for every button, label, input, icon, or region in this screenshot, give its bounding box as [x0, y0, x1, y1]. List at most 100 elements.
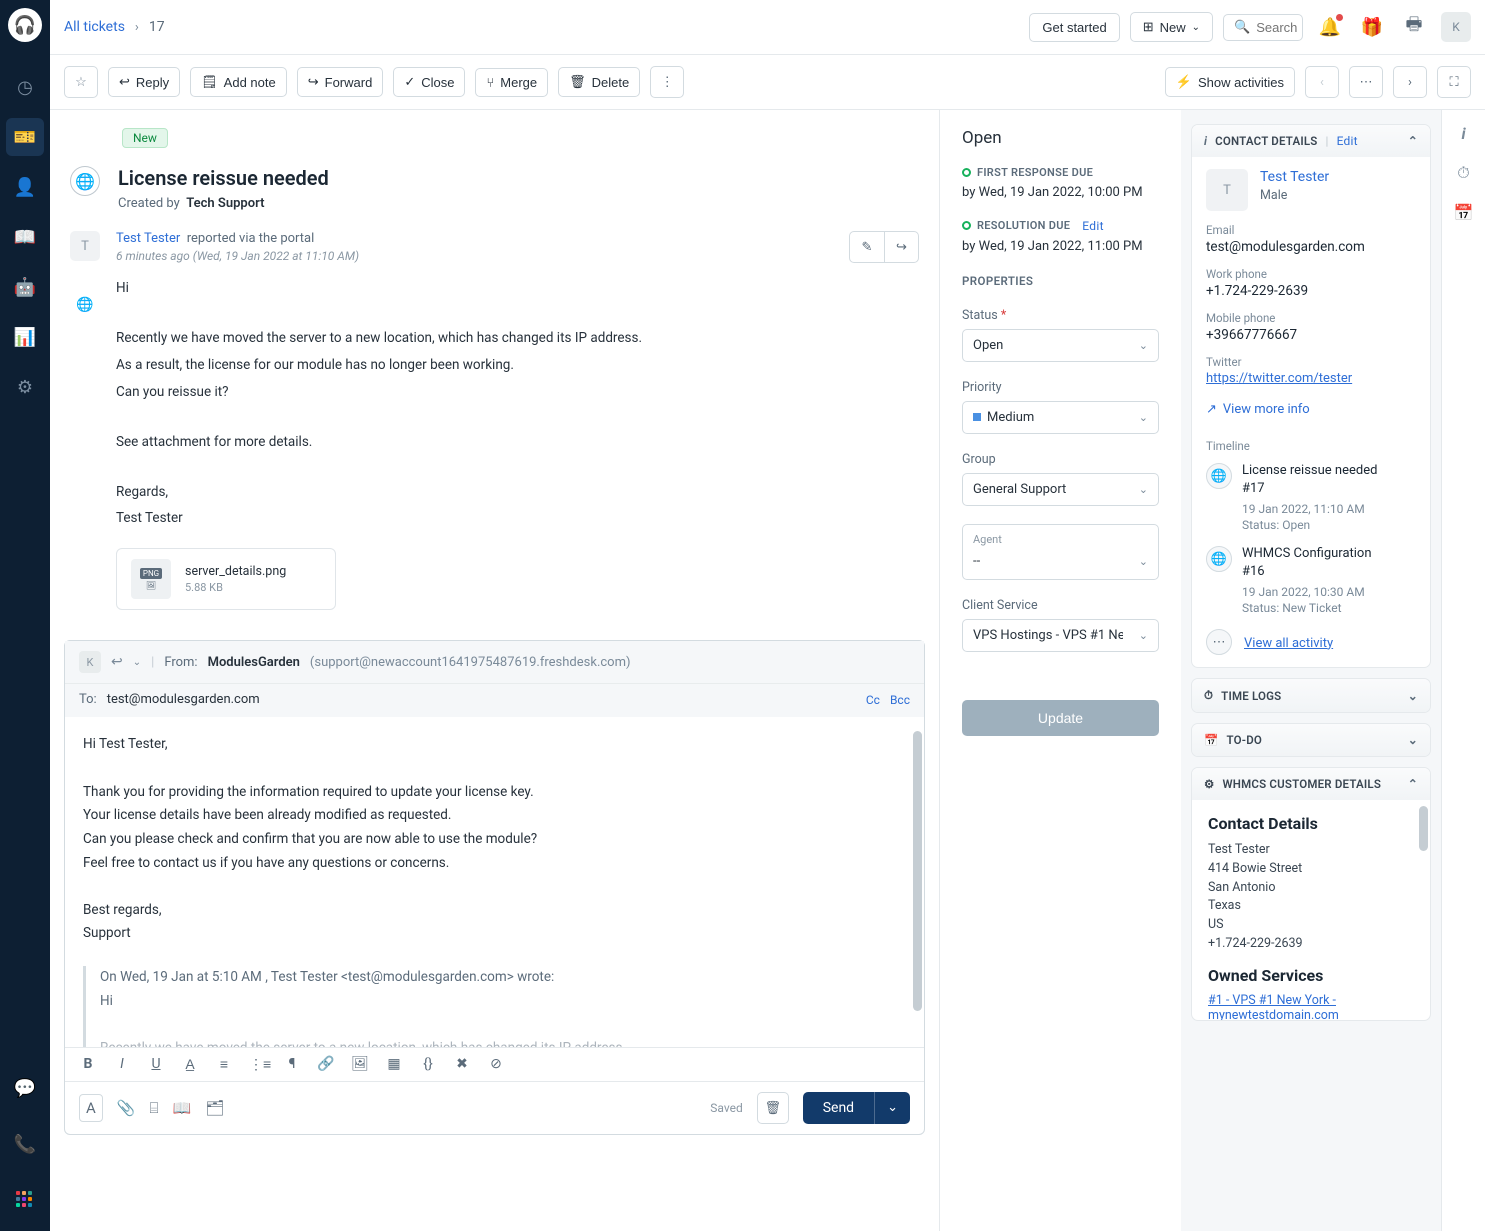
info-tab-icon[interactable]: i [1461, 124, 1465, 143]
table-button[interactable]: ▦ [385, 1056, 403, 1073]
nav-apps[interactable] [6, 1181, 44, 1219]
nav-tickets[interactable]: 🎫 [6, 118, 44, 156]
star-button[interactable]: ☆ [64, 66, 98, 98]
nav-solutions[interactable]: 📖 [6, 218, 44, 256]
notifications-icon[interactable]: 🔔 [1315, 12, 1345, 42]
collapse-icon[interactable]: ⌃ [1408, 134, 1418, 148]
nav-contacts[interactable]: 👤 [6, 168, 44, 206]
ordered-list-button[interactable]: ≡ [215, 1056, 233, 1073]
new-button[interactable]: ⊞New⌄ [1130, 12, 1213, 42]
paragraph-button[interactable]: ¶ [283, 1056, 301, 1073]
status-badge: New [122, 128, 168, 148]
whmcs-title: WHMCS CUSTOMER DETAILS [1223, 777, 1382, 791]
resolution-edit[interactable]: Edit [1082, 219, 1104, 233]
link-button[interactable]: 🔗 [317, 1056, 335, 1073]
nav-settings[interactable]: ⚙ [6, 368, 44, 406]
get-started-button[interactable]: Get started [1029, 13, 1119, 42]
user-avatar[interactable]: K [1441, 12, 1471, 42]
code-button[interactable]: {} [419, 1056, 437, 1073]
expand-icon[interactable]: ⌄ [1408, 733, 1418, 747]
more-icon[interactable]: ⋯ [1206, 629, 1232, 655]
prev-button[interactable]: ‹ [1305, 66, 1339, 98]
nav-reports[interactable]: 📊 [6, 318, 44, 356]
add-note-button[interactable]: 🗒Add note [190, 67, 287, 97]
reply-mode-dropdown[interactable]: ⌄ [133, 657, 141, 668]
discard-button[interactable]: 🗑 [757, 1092, 789, 1124]
kb-button[interactable]: 📖 [173, 1099, 192, 1117]
attachment[interactable]: PNG🖼 server_details.png 5.88 KB [116, 548, 336, 610]
whmcs-scrollbar[interactable] [1419, 806, 1428, 851]
twitter-link[interactable]: https://twitter.com/tester [1206, 371, 1352, 386]
nav-automation[interactable]: 🤖 [6, 268, 44, 306]
bcc-button[interactable]: Bcc [890, 693, 910, 707]
info-icon: i [1204, 134, 1207, 148]
timeline-item-id: #16 [1242, 564, 1372, 579]
canned-response-button[interactable]: ⌸ [149, 1099, 158, 1117]
status-select[interactable]: Open⌄ [962, 329, 1159, 362]
nav-phone[interactable]: 📞 [6, 1125, 44, 1163]
show-activities-button[interactable]: ⚡Show activities [1165, 67, 1295, 97]
message-author[interactable]: Test Tester [116, 231, 180, 246]
text-color-button[interactable]: A [79, 1094, 103, 1122]
unordered-list-button[interactable]: ⋮≡ [249, 1056, 267, 1073]
forward-button[interactable]: ↪Forward [297, 67, 384, 97]
timeline-item-title[interactable]: License reissue needed [1242, 463, 1377, 478]
template-button[interactable]: 🗂 [205, 1099, 224, 1117]
app-logo[interactable]: 🎧 [8, 8, 42, 42]
reply-mode-icon[interactable]: ↩ [111, 654, 123, 670]
calendar-tab-icon[interactable]: 📅 [1454, 203, 1474, 222]
nav-dashboard[interactable]: ◷ [6, 68, 44, 106]
close-button[interactable]: ✓Close [393, 67, 465, 97]
reply-textarea[interactable]: Hi Test Tester, Thank you for providing … [65, 717, 924, 1047]
view-more-info[interactable]: ↗View more info [1206, 402, 1416, 417]
ellipsis-button[interactable]: ⋯ [1349, 66, 1383, 98]
to-value[interactable]: test@modulesgarden.com [107, 692, 260, 707]
font-color-button[interactable]: A̲ [181, 1056, 199, 1073]
more-actions-button[interactable]: ⋮ [650, 66, 684, 98]
merge-button[interactable]: ⑂Merge [475, 68, 548, 97]
send-button[interactable]: Send [803, 1092, 874, 1124]
first-response-value: by Wed, 19 Jan 2022, 10:00 PM [962, 183, 1159, 203]
collapse-icon[interactable]: ⌃ [1408, 777, 1418, 791]
timer-tab-icon[interactable]: ⏱ [1457, 163, 1469, 183]
underline-button[interactable]: U [147, 1056, 165, 1073]
timeline-item-title[interactable]: WHMCS Configuration [1242, 546, 1372, 561]
whmcs-service-link[interactable]: #1 - VPS #1 New York - mynewtestdomain.c… [1208, 993, 1414, 1021]
whmcs-address: 414 Bowie Street [1208, 860, 1414, 879]
cc-button[interactable]: Cc [866, 693, 880, 707]
forward-message-button[interactable]: ↪ [884, 232, 918, 262]
reply-editor: K ↩ ⌄ | From: ModulesGarden (support@new… [64, 640, 925, 1135]
more-format-button[interactable]: ⊘ [487, 1056, 505, 1073]
clear-format-button[interactable]: ✖ [453, 1056, 471, 1073]
priority-select[interactable]: Medium⌄ [962, 401, 1159, 434]
contact-name[interactable]: Test Tester [1260, 169, 1329, 185]
breadcrumb-root[interactable]: All tickets [64, 19, 125, 35]
gift-icon[interactable]: 🎁 [1357, 12, 1387, 42]
whmcs-services-heading: Owned Services [1208, 966, 1414, 985]
nav-chat[interactable]: 💬 [6, 1069, 44, 1107]
mobile-phone-value: +39667776667 [1206, 327, 1416, 343]
print-icon[interactable]: 🖶 [1399, 12, 1429, 42]
reply-scrollbar[interactable] [913, 731, 922, 1011]
globe-icon: 🌐 [70, 166, 100, 196]
time-logs-title: TIME LOGS [1221, 689, 1281, 703]
reply-button[interactable]: ↩Reply [108, 67, 180, 97]
italic-button[interactable]: I [113, 1056, 131, 1073]
attach-button[interactable]: 📎 [117, 1099, 136, 1117]
send-dropdown[interactable]: ⌄ [874, 1092, 910, 1124]
delete-button[interactable]: 🗑Delete [558, 67, 640, 97]
view-all-activity[interactable]: View all activity [1244, 636, 1333, 651]
next-button[interactable]: › [1393, 66, 1427, 98]
properties-section: PROPERTIES [962, 274, 1159, 288]
bold-button[interactable]: B [79, 1056, 97, 1073]
expand-icon[interactable]: ⌄ [1408, 689, 1418, 703]
group-select[interactable]: General Support⌄ [962, 473, 1159, 506]
client-service-select[interactable]: VPS Hostings - VPS #1 Ne⌄ [962, 619, 1159, 652]
expand-button[interactable]: ⛶ [1437, 66, 1471, 98]
search-input[interactable]: 🔍 [1223, 14, 1303, 41]
contact-edit[interactable]: Edit [1337, 134, 1358, 148]
update-button[interactable]: Update [962, 700, 1159, 736]
agent-select[interactable]: --⌄ [973, 550, 1148, 575]
image-button[interactable]: 🖼 [351, 1056, 369, 1073]
edit-message-button[interactable]: ✎ [850, 232, 884, 262]
